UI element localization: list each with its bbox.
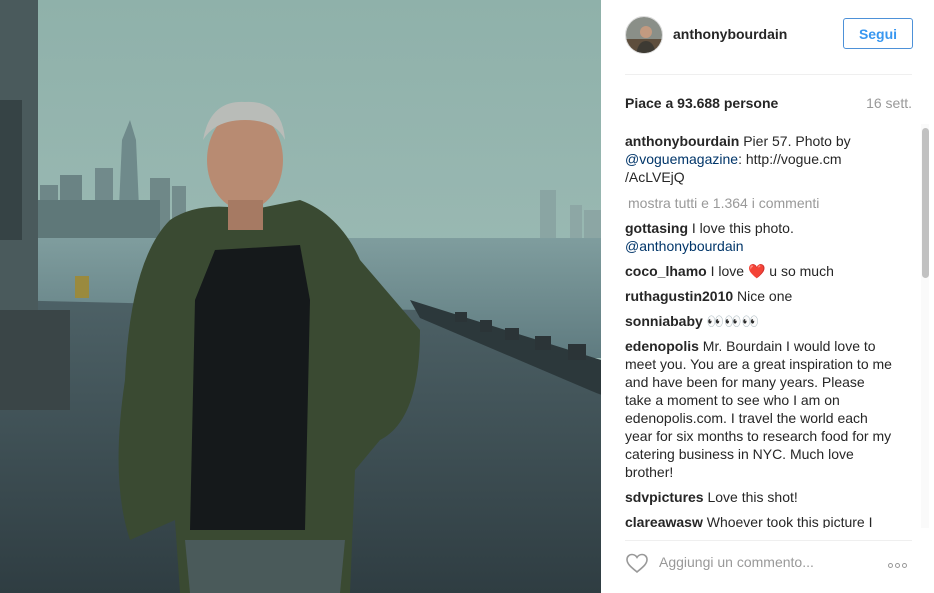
comments-scrollbar[interactable] bbox=[918, 124, 932, 528]
comment-text: I love bbox=[706, 263, 748, 279]
comment-item: ruthagustin2010 Nice one bbox=[625, 287, 895, 305]
comment-username[interactable]: sdvpictures bbox=[625, 489, 704, 505]
show-all-comments-link[interactable]: mostra tutti e 1.364 i commenti bbox=[628, 194, 895, 212]
comment-username[interactable]: ruthagustin2010 bbox=[625, 288, 733, 304]
comment-username[interactable]: coco_lhamo bbox=[625, 263, 707, 279]
comment-item: gottasing I love this photo. @anthonybou… bbox=[625, 219, 895, 255]
heart-outline-icon[interactable] bbox=[625, 552, 649, 574]
comment-text: 👀👀👀 bbox=[702, 313, 759, 329]
comment-username[interactable]: gottasing bbox=[625, 220, 688, 236]
dot-icon bbox=[902, 563, 907, 568]
post-modal: anthonybourdain Segui Piace a 93.688 per… bbox=[0, 0, 934, 593]
comment-text: I love this photo. bbox=[688, 220, 794, 236]
comment-item: edenopolis Mr. Bourdain I would love to … bbox=[625, 337, 895, 481]
username-link[interactable]: anthonybourdain bbox=[673, 26, 787, 42]
caption-text: Pier 57. Photo by bbox=[739, 133, 851, 149]
comment-mention[interactable]: @anthonybourdain bbox=[625, 238, 744, 254]
likes-count[interactable]: Piace a 93.688 persone bbox=[625, 95, 778, 111]
like-heart-svg bbox=[626, 553, 648, 574]
comment-item: sdvpictures Love this shot! bbox=[625, 488, 895, 506]
post-date[interactable]: 16 sett. bbox=[866, 95, 912, 111]
comment-text: Love this shot! bbox=[703, 489, 798, 505]
more-options-icon[interactable] bbox=[888, 555, 914, 569]
heart-emoji-icon: ❤️ bbox=[747, 263, 766, 279]
post-header: anthonybourdain Segui bbox=[625, 12, 913, 60]
dot-icon bbox=[895, 563, 900, 568]
caption-mention[interactable]: @voguemagazine bbox=[625, 151, 738, 167]
add-comment-input[interactable] bbox=[659, 552, 879, 572]
comment-item: sonniababy 👀👀👀 bbox=[625, 312, 895, 330]
avatar-image bbox=[626, 17, 662, 53]
divider bbox=[625, 74, 912, 75]
comment-username[interactable]: edenopolis bbox=[625, 338, 699, 354]
avatar[interactable] bbox=[625, 16, 663, 54]
comment-item: clareawasw Whoever took this picture I bbox=[625, 513, 895, 528]
caption-username[interactable]: anthonybourdain bbox=[625, 133, 739, 149]
comment-item: coco_lhamo I love ❤️ u so much bbox=[625, 262, 895, 280]
divider bbox=[625, 540, 912, 541]
dot-icon bbox=[888, 563, 893, 568]
comment-text: Nice one bbox=[733, 288, 793, 304]
comment-username[interactable]: clareawasw bbox=[625, 514, 703, 528]
follow-button[interactable]: Segui bbox=[843, 18, 913, 49]
comment-text: u so much bbox=[765, 263, 834, 279]
scrollbar-thumb[interactable] bbox=[922, 128, 929, 278]
post-stats: Piace a 93.688 persone 16 sett. bbox=[625, 95, 912, 115]
comment-username[interactable]: sonniababy bbox=[625, 313, 703, 329]
caption: anthonybourdain Pier 57. Photo by @vogue… bbox=[625, 132, 895, 186]
comment-text: Mr. Bourdain I would love to meet you. Y… bbox=[625, 338, 892, 480]
post-photo[interactable] bbox=[0, 0, 601, 593]
comments-list[interactable]: anthonybourdain Pier 57. Photo by @vogue… bbox=[625, 132, 895, 528]
comment-text: Whoever took this picture I bbox=[702, 514, 873, 528]
photo-image bbox=[0, 0, 601, 593]
